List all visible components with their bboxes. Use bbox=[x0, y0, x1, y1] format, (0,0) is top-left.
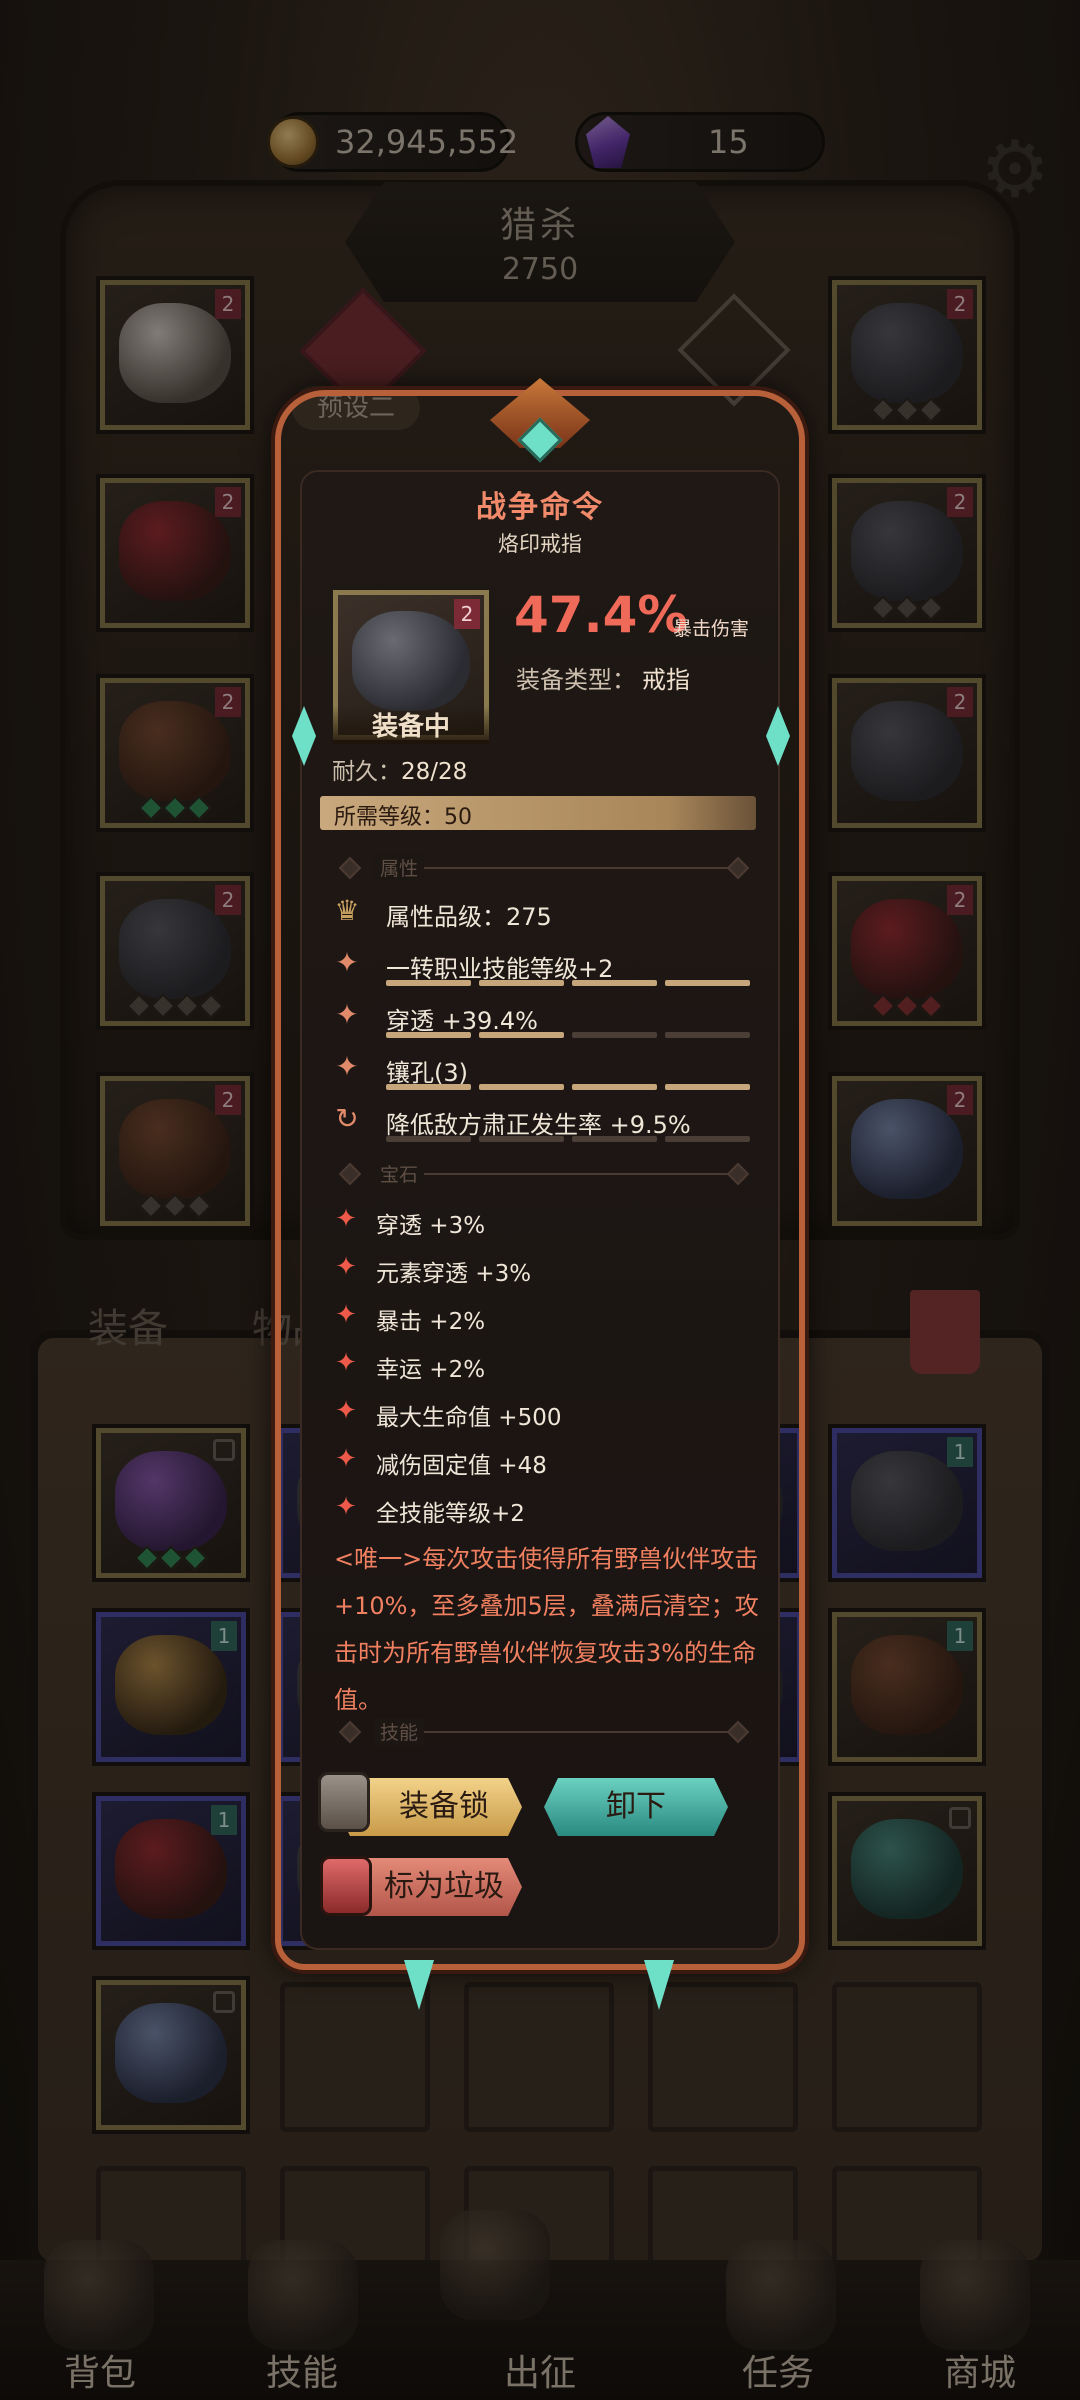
section-skills: 技能 bbox=[334, 1718, 754, 1745]
gem-bonus-text: 暴击 +2% bbox=[376, 1309, 486, 1335]
attribute-row: ↻ 降低敌方肃正发生率 +9.5% bbox=[330, 1100, 760, 1142]
gem-bonus-text: 全技能等级+2 bbox=[376, 1501, 525, 1527]
main-stat-value: 47.4% bbox=[514, 586, 688, 644]
gem-bonus-text: 最大生命值 +500 bbox=[376, 1405, 562, 1431]
attribute-text: 一转职业技能等级+2 bbox=[386, 955, 614, 983]
required-level-bar: 所需等级：50 bbox=[320, 796, 756, 830]
gem-bonus-text: 穿透 +3% bbox=[376, 1213, 486, 1239]
attribute-row: ✦ 镶孔(3) bbox=[330, 1048, 760, 1090]
equipped-label: 装备中 bbox=[333, 706, 489, 744]
ring-icon bbox=[352, 611, 470, 711]
sparkle-icon: ✦ bbox=[335, 1348, 357, 1378]
sparkle-icon: ✦ bbox=[335, 1444, 357, 1474]
attribute-text: 降低敌方肃正发生率 +9.5% bbox=[386, 1111, 691, 1139]
attribute-text: 属性品级：275 bbox=[386, 903, 552, 931]
cycle-icon: ↻ bbox=[335, 1102, 359, 1135]
attribute-roll-bar bbox=[386, 1136, 750, 1142]
sparkle-icon: ✦ bbox=[335, 1396, 357, 1426]
section-attributes: 属性 bbox=[334, 854, 754, 881]
attribute-roll-bar bbox=[386, 980, 750, 986]
attribute-text: 镶孔(3) bbox=[386, 1059, 468, 1087]
item-type: 装备类型： 戒指 bbox=[516, 666, 690, 694]
section-gems: 宝石 bbox=[334, 1160, 754, 1187]
diamond-icon: ✦ bbox=[335, 1050, 359, 1083]
durability: 耐久：28/28 bbox=[332, 759, 468, 785]
gem-bonus-text: 幸运 +2% bbox=[376, 1357, 486, 1383]
attribute-roll-bar bbox=[386, 1084, 750, 1090]
attribute-text: 穿透 +39.4% bbox=[386, 1007, 538, 1035]
sparkle-icon: ✦ bbox=[335, 1204, 357, 1234]
sparkle-icon: ✦ bbox=[335, 1300, 357, 1330]
junk-bin-icon bbox=[320, 1856, 372, 1916]
sparkle-icon: ✦ bbox=[335, 1252, 357, 1282]
attribute-row: ♛ 属性品级：275 bbox=[330, 892, 760, 932]
attribute-row: ✦ 穿透 +39.4% bbox=[330, 996, 760, 1038]
unique-effect-text: <唯一>每次攻击使得所有野兽伙伴攻击+10%，至多叠加5层，叠满后清空；攻击时为… bbox=[334, 1545, 759, 1714]
tier-badge: 2 bbox=[454, 599, 480, 629]
padlock-icon bbox=[318, 1772, 370, 1832]
attribute-row: ✦ 一转职业技能等级+2 bbox=[330, 944, 760, 986]
diamond-icon: ✦ bbox=[335, 946, 359, 979]
crown-icon: ♛ bbox=[334, 894, 360, 927]
unequip-button[interactable]: 卸下 bbox=[544, 1778, 728, 1836]
attribute-roll-bar bbox=[386, 1032, 750, 1038]
sparkle-icon: ✦ bbox=[335, 1492, 357, 1522]
diamond-icon: ✦ bbox=[335, 998, 359, 1031]
item-subtitle: 烙印戒指 bbox=[498, 532, 582, 556]
main-stat-name: 暴击伤害 bbox=[673, 618, 750, 640]
item-name: 战争命令 bbox=[476, 490, 604, 525]
gem-bonus-text: 减伤固定值 +48 bbox=[376, 1453, 547, 1479]
gem-bonus-text: 元素穿透 +3% bbox=[376, 1261, 532, 1287]
